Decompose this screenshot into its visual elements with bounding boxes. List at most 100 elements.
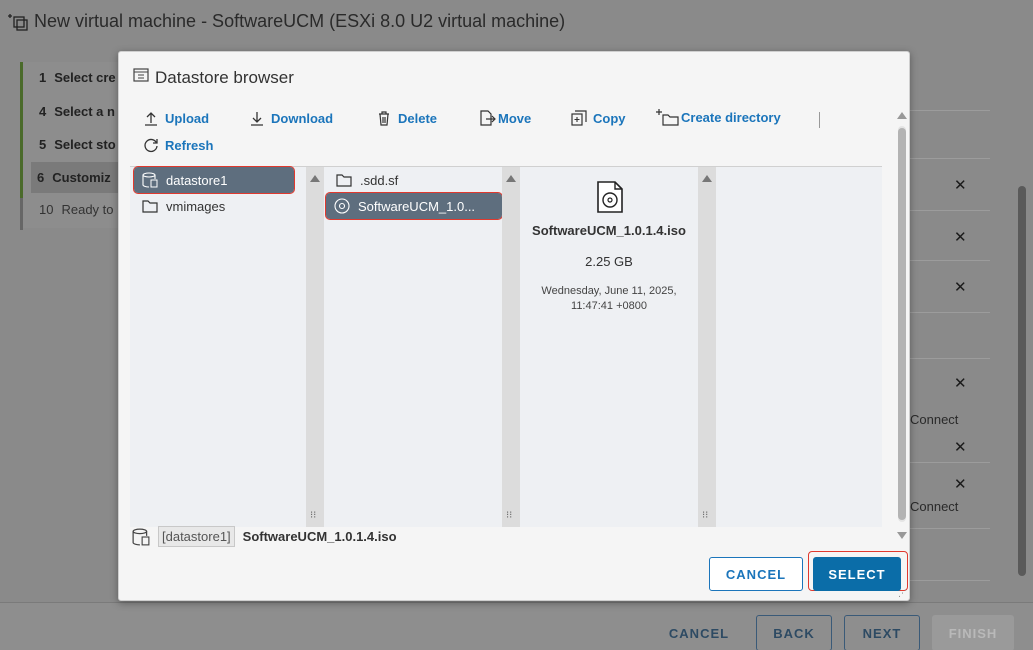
select-button[interactable]: SELECT bbox=[813, 557, 901, 591]
step-number: 1 bbox=[39, 70, 47, 85]
copy-button[interactable]: Copy bbox=[571, 110, 626, 126]
scrollbar-thumb[interactable] bbox=[1018, 186, 1026, 576]
wizard-back-button[interactable]: BACK bbox=[756, 615, 832, 650]
wizard-title: New virtual machine - SoftwareUCM (ESXi … bbox=[6, 10, 565, 32]
divider bbox=[908, 358, 990, 359]
datastore-item-datastore1[interactable]: datastore1 bbox=[133, 166, 295, 194]
divider bbox=[908, 260, 990, 261]
move-label: Move bbox=[498, 110, 532, 126]
datastore-pane: datastore1 vmimages bbox=[130, 166, 306, 527]
scroll-up-icon[interactable] bbox=[702, 175, 712, 182]
copy-label: Copy bbox=[593, 110, 626, 126]
folder-icon bbox=[336, 174, 352, 187]
move-button[interactable]: Move bbox=[478, 110, 531, 126]
wizard-finish-button[interactable]: FINISH bbox=[932, 615, 1014, 650]
resize-grip-icon[interactable]: ⁝⁝ bbox=[506, 511, 512, 521]
copy-icon bbox=[571, 110, 587, 126]
step-number: 6 bbox=[37, 170, 45, 185]
trash-icon bbox=[379, 111, 389, 126]
connect-label: Connect bbox=[910, 412, 959, 427]
upload-icon bbox=[145, 112, 157, 126]
browser-panes: datastore1 vmimages ⁝⁝ .sdd.sf SoftwareU… bbox=[130, 166, 882, 527]
remove-icon[interactable]: ✕ bbox=[954, 475, 967, 493]
step-number: 4 bbox=[39, 104, 47, 119]
step-divider bbox=[20, 198, 23, 230]
move-icon bbox=[480, 110, 496, 126]
wizard-step-10[interactable]: 10 Ready to bbox=[39, 202, 114, 217]
datastore-browser-icon bbox=[133, 67, 149, 88]
folder-item-vmimages[interactable]: vmimages bbox=[134, 193, 304, 219]
dialog-scrollbar[interactable] bbox=[896, 108, 908, 544]
download-button[interactable]: Download bbox=[249, 110, 333, 126]
wizard-footer: CANCEL BACK NEXT FINISH bbox=[0, 602, 1033, 650]
empty-pane bbox=[716, 167, 882, 527]
divider bbox=[908, 580, 990, 581]
selected-path: [datastore1] SoftwareUCM_1.0.1.4.iso bbox=[132, 526, 397, 547]
create-directory-button[interactable]: Create directory bbox=[655, 108, 781, 126]
wizard-step-1[interactable]: 1 Select cre bbox=[39, 70, 124, 85]
wizard-right-column: ✕ ✕ ✕ ✕ Connect ✕ ✕ Connect bbox=[908, 62, 990, 582]
datastore-label: datastore1 bbox=[166, 172, 228, 188]
step-number: 5 bbox=[39, 137, 47, 152]
folder-contents-pane: .sdd.sf SoftwareUCM_1.0... bbox=[324, 167, 503, 527]
step-label: Select sto bbox=[54, 137, 116, 152]
file-label: SoftwareUCM_1.0... bbox=[358, 198, 476, 214]
file-item-softwareucm-iso[interactable]: SoftwareUCM_1.0... bbox=[325, 192, 503, 220]
remove-icon[interactable]: ✕ bbox=[954, 438, 967, 456]
cancel-button[interactable]: CANCEL bbox=[709, 557, 803, 591]
date-line: Wednesday, June 11, 2025, bbox=[541, 285, 677, 297]
divider bbox=[908, 158, 990, 159]
scrollbar-thumb[interactable] bbox=[898, 128, 906, 520]
pane-scrollbar[interactable]: ⁝⁝ bbox=[698, 167, 716, 527]
refresh-icon bbox=[144, 138, 158, 153]
scroll-up-icon[interactable] bbox=[310, 175, 320, 182]
scroll-up-icon[interactable] bbox=[897, 112, 907, 119]
download-label: Download bbox=[271, 110, 334, 126]
remove-icon[interactable]: ✕ bbox=[954, 278, 967, 296]
wizard-title-text: New virtual machine - SoftwareUCM (ESXi … bbox=[34, 10, 566, 31]
resize-grip-icon[interactable]: ⁝⁝ bbox=[702, 511, 708, 521]
upload-button[interactable]: Upload bbox=[143, 110, 209, 126]
path-datastore-tag: [datastore1] bbox=[158, 526, 235, 547]
detail-modified-date: Wednesday, June 11, 2025, 11:47:41 +0800 bbox=[520, 284, 698, 314]
step-label: Ready to bbox=[61, 202, 114, 217]
new-folder-icon bbox=[656, 109, 679, 126]
wizard-steps: 1 Select cre 4 Select a n 5 Select sto 6 Cus… bbox=[20, 62, 141, 230]
wizard-cancel-button[interactable]: CANCEL bbox=[664, 615, 734, 650]
path-file-name: SoftwareUCM_1.0.1.4.iso bbox=[242, 529, 397, 544]
folder-item-sdd-sf[interactable]: .sdd.sf bbox=[328, 167, 498, 193]
folder-label: .sdd.sf bbox=[360, 172, 399, 188]
delete-button[interactable]: Delete bbox=[376, 110, 437, 126]
divider bbox=[908, 462, 990, 463]
divider bbox=[908, 110, 990, 111]
wizard-next-button[interactable]: NEXT bbox=[844, 615, 920, 650]
scroll-up-icon[interactable] bbox=[506, 175, 516, 182]
detail-file-name: SoftwareUCM_1.0.1.4.iso bbox=[532, 223, 686, 238]
step-label: Customiz bbox=[52, 170, 111, 185]
dialog-title: Datastore browser bbox=[133, 67, 294, 88]
wizard-scrollbar[interactable] bbox=[1015, 56, 1029, 596]
divider bbox=[908, 210, 990, 211]
refresh-button[interactable]: Refresh bbox=[143, 137, 213, 153]
datastore-browser-dialog: Datastore browser Upload Download Delete… bbox=[118, 51, 910, 601]
upload-label: Upload bbox=[165, 110, 210, 126]
resize-grip-icon[interactable]: ⁝⁝ bbox=[310, 511, 316, 521]
pane-scrollbar[interactable]: ⁝⁝ bbox=[502, 167, 520, 527]
wizard-step-5[interactable]: 5 Select sto bbox=[39, 137, 124, 152]
file-details-pane: SoftwareUCM_1.0.1.4.iso 2.25 GB Wednesda… bbox=[520, 167, 698, 527]
datastore-icon bbox=[142, 172, 158, 188]
remove-icon[interactable]: ✕ bbox=[954, 176, 967, 194]
delete-label: Delete bbox=[398, 110, 438, 126]
create-directory-label: Create directory bbox=[681, 109, 781, 125]
divider bbox=[908, 312, 990, 313]
remove-icon[interactable]: ✕ bbox=[954, 374, 967, 392]
wizard-step-4[interactable]: 4 Select a n bbox=[39, 104, 123, 119]
step-label: Select a n bbox=[54, 104, 115, 119]
remove-icon[interactable]: ✕ bbox=[954, 228, 967, 246]
pane-scrollbar[interactable]: ⁝⁝ bbox=[306, 167, 324, 527]
download-icon bbox=[251, 112, 263, 126]
step-number: 10 bbox=[39, 202, 54, 217]
scroll-down-icon[interactable] bbox=[897, 532, 907, 539]
resize-handle-icon[interactable]: ⋰ bbox=[898, 588, 907, 599]
folder-label: vmimages bbox=[166, 198, 226, 214]
